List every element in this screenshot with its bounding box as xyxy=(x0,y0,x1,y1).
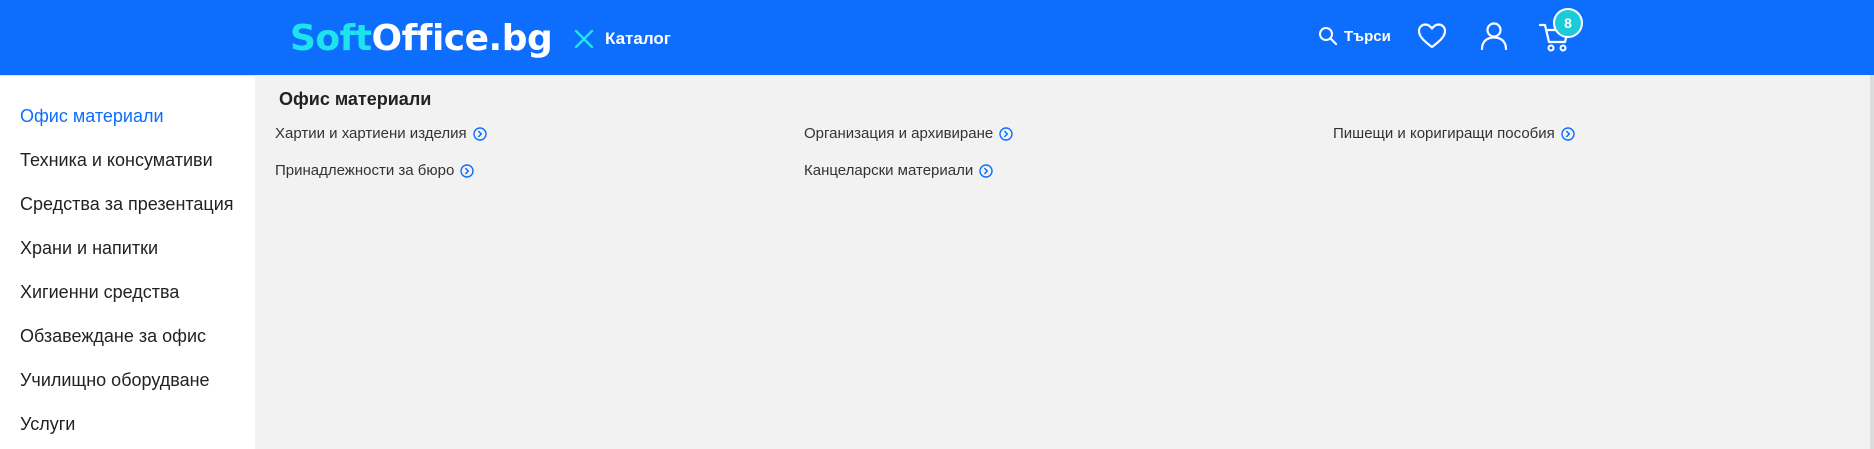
sidebar-item-food-drinks[interactable]: Храни и напитки xyxy=(0,228,255,268)
subcategory-label: Хартии и хартиени изделия xyxy=(275,125,467,142)
subcategory-panel: Офис материали Хартии и хартиени изделия… xyxy=(255,75,1874,449)
sidebar-item-services[interactable]: Услуги xyxy=(0,404,255,444)
top-navbar: SoftOffice.bg Каталог Търси 8 xyxy=(0,0,1874,75)
subcategory-label: Пишещи и коригиращи пособия xyxy=(1333,125,1555,142)
panel-title: Офис материали xyxy=(279,89,432,109)
sidebar-item-office-materials[interactable]: Офис материали xyxy=(0,96,255,136)
chevron-circle-right-icon xyxy=(979,163,993,178)
sidebar-item-tech-consumables[interactable]: Техника и консумативи xyxy=(0,140,255,180)
subcategory-link-organization[interactable]: Организация и архивиране xyxy=(804,125,1013,142)
page-edge-divider xyxy=(1870,75,1874,449)
subcategory-label: Принадлежности за бюро xyxy=(275,162,455,179)
search-button[interactable]: Търси xyxy=(1318,24,1391,48)
user-icon xyxy=(1480,22,1508,51)
sidebar-item-office-furniture[interactable]: Обзавеждане за офис xyxy=(0,316,255,356)
cart-count-badge: 8 xyxy=(1553,8,1583,38)
catalog-toggle-button[interactable]: Каталог xyxy=(573,24,671,54)
catalog-label: Каталог xyxy=(605,29,671,48)
subcategory-link-paper[interactable]: Хартии и хартиени изделия xyxy=(275,125,487,142)
logo-rest: Office.bg xyxy=(371,18,553,59)
chevron-circle-right-icon xyxy=(999,126,1013,141)
sidebar-item-hygiene[interactable]: Хигиенни средства xyxy=(0,272,255,312)
subcategory-label: Канцеларски материали xyxy=(804,162,974,179)
sidebar-item-school-equipment[interactable]: Училищно оборудване xyxy=(0,360,255,400)
logo-soft: Soft xyxy=(290,18,372,59)
chevron-circle-right-icon xyxy=(460,163,474,178)
subcategory-link-stationery[interactable]: Канцеларски материали xyxy=(804,162,993,179)
account-button[interactable] xyxy=(1478,20,1510,52)
search-icon xyxy=(1319,27,1338,46)
site-logo[interactable]: SoftOffice.bg xyxy=(290,14,553,64)
heart-icon xyxy=(1417,23,1447,49)
category-sidebar: Офис материали Техника и консумативи Сре… xyxy=(0,75,255,449)
favorites-button[interactable] xyxy=(1416,20,1448,52)
search-label: Търси xyxy=(1344,27,1391,45)
subcategory-label: Организация и архивиране xyxy=(804,125,994,142)
sidebar-item-presentation[interactable]: Средства за презентация xyxy=(0,184,255,224)
subcategory-link-writing[interactable]: Пишещи и коригиращи пособия xyxy=(1333,125,1575,142)
chevron-circle-right-icon xyxy=(472,126,487,141)
subcategory-link-desk-accessories[interactable]: Принадлежности за бюро xyxy=(275,162,474,179)
chevron-circle-right-icon xyxy=(1561,126,1575,141)
close-icon xyxy=(574,29,594,49)
